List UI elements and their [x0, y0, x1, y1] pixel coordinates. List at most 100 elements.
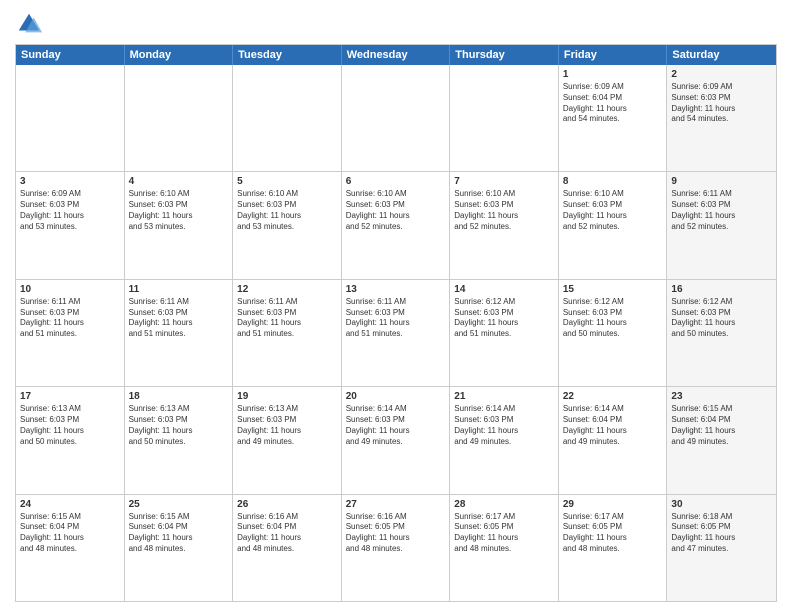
day-number: 13: [346, 283, 446, 296]
day-info: Sunrise: 6:13 AM Sunset: 6:03 PM Dayligh…: [20, 404, 120, 447]
calendar-cell: 15Sunrise: 6:12 AM Sunset: 6:03 PM Dayli…: [559, 280, 668, 386]
day-number: 25: [129, 498, 229, 511]
day-info: Sunrise: 6:11 AM Sunset: 6:03 PM Dayligh…: [129, 297, 229, 340]
calendar-cell: 11Sunrise: 6:11 AM Sunset: 6:03 PM Dayli…: [125, 280, 234, 386]
day-info: Sunrise: 6:14 AM Sunset: 6:04 PM Dayligh…: [563, 404, 663, 447]
day-number: 20: [346, 390, 446, 403]
calendar-cell: [342, 65, 451, 171]
day-number: 10: [20, 283, 120, 296]
day-number: 11: [129, 283, 229, 296]
calendar-cell: 17Sunrise: 6:13 AM Sunset: 6:03 PM Dayli…: [16, 387, 125, 493]
weekday-header: Tuesday: [233, 45, 342, 65]
calendar-cell: 13Sunrise: 6:11 AM Sunset: 6:03 PM Dayli…: [342, 280, 451, 386]
calendar-cell: 22Sunrise: 6:14 AM Sunset: 6:04 PM Dayli…: [559, 387, 668, 493]
day-number: 18: [129, 390, 229, 403]
calendar-header: SundayMondayTuesdayWednesdayThursdayFrid…: [16, 45, 776, 65]
calendar-body: 1Sunrise: 6:09 AM Sunset: 6:04 PM Daylig…: [16, 65, 776, 601]
day-info: Sunrise: 6:11 AM Sunset: 6:03 PM Dayligh…: [346, 297, 446, 340]
calendar-cell: 3Sunrise: 6:09 AM Sunset: 6:03 PM Daylig…: [16, 172, 125, 278]
day-info: Sunrise: 6:18 AM Sunset: 6:05 PM Dayligh…: [671, 512, 772, 555]
calendar-cell: [233, 65, 342, 171]
weekday-header: Monday: [125, 45, 234, 65]
day-number: 5: [237, 175, 337, 188]
calendar-cell: 12Sunrise: 6:11 AM Sunset: 6:03 PM Dayli…: [233, 280, 342, 386]
day-info: Sunrise: 6:15 AM Sunset: 6:04 PM Dayligh…: [671, 404, 772, 447]
day-number: 28: [454, 498, 554, 511]
day-number: 15: [563, 283, 663, 296]
day-info: Sunrise: 6:11 AM Sunset: 6:03 PM Dayligh…: [671, 189, 772, 232]
calendar-cell: 8Sunrise: 6:10 AM Sunset: 6:03 PM Daylig…: [559, 172, 668, 278]
day-number: 2: [671, 68, 772, 81]
day-info: Sunrise: 6:16 AM Sunset: 6:05 PM Dayligh…: [346, 512, 446, 555]
day-number: 19: [237, 390, 337, 403]
logo-icon: [15, 10, 43, 38]
day-info: Sunrise: 6:17 AM Sunset: 6:05 PM Dayligh…: [563, 512, 663, 555]
day-number: 29: [563, 498, 663, 511]
calendar-cell: 19Sunrise: 6:13 AM Sunset: 6:03 PM Dayli…: [233, 387, 342, 493]
calendar-cell: 5Sunrise: 6:10 AM Sunset: 6:03 PM Daylig…: [233, 172, 342, 278]
day-number: 8: [563, 175, 663, 188]
calendar-cell: [16, 65, 125, 171]
day-number: 9: [671, 175, 772, 188]
calendar-cell: 9Sunrise: 6:11 AM Sunset: 6:03 PM Daylig…: [667, 172, 776, 278]
day-number: 17: [20, 390, 120, 403]
day-info: Sunrise: 6:11 AM Sunset: 6:03 PM Dayligh…: [20, 297, 120, 340]
logo: [15, 10, 47, 38]
calendar-row: 3Sunrise: 6:09 AM Sunset: 6:03 PM Daylig…: [16, 171, 776, 278]
day-info: Sunrise: 6:09 AM Sunset: 6:03 PM Dayligh…: [20, 189, 120, 232]
day-info: Sunrise: 6:09 AM Sunset: 6:04 PM Dayligh…: [563, 82, 663, 125]
calendar-cell: 25Sunrise: 6:15 AM Sunset: 6:04 PM Dayli…: [125, 495, 234, 601]
day-number: 22: [563, 390, 663, 403]
day-info: Sunrise: 6:12 AM Sunset: 6:03 PM Dayligh…: [563, 297, 663, 340]
day-number: 26: [237, 498, 337, 511]
day-number: 12: [237, 283, 337, 296]
calendar-cell: 20Sunrise: 6:14 AM Sunset: 6:03 PM Dayli…: [342, 387, 451, 493]
day-number: 3: [20, 175, 120, 188]
calendar-row: 10Sunrise: 6:11 AM Sunset: 6:03 PM Dayli…: [16, 279, 776, 386]
day-number: 6: [346, 175, 446, 188]
day-number: 24: [20, 498, 120, 511]
calendar-cell: 21Sunrise: 6:14 AM Sunset: 6:03 PM Dayli…: [450, 387, 559, 493]
calendar-cell: 1Sunrise: 6:09 AM Sunset: 6:04 PM Daylig…: [559, 65, 668, 171]
day-info: Sunrise: 6:12 AM Sunset: 6:03 PM Dayligh…: [671, 297, 772, 340]
day-number: 27: [346, 498, 446, 511]
day-info: Sunrise: 6:13 AM Sunset: 6:03 PM Dayligh…: [237, 404, 337, 447]
header: [15, 10, 777, 38]
day-info: Sunrise: 6:12 AM Sunset: 6:03 PM Dayligh…: [454, 297, 554, 340]
day-info: Sunrise: 6:14 AM Sunset: 6:03 PM Dayligh…: [454, 404, 554, 447]
day-info: Sunrise: 6:10 AM Sunset: 6:03 PM Dayligh…: [129, 189, 229, 232]
day-number: 16: [671, 283, 772, 296]
calendar-cell: 14Sunrise: 6:12 AM Sunset: 6:03 PM Dayli…: [450, 280, 559, 386]
calendar-row: 24Sunrise: 6:15 AM Sunset: 6:04 PM Dayli…: [16, 494, 776, 601]
calendar-row: 1Sunrise: 6:09 AM Sunset: 6:04 PM Daylig…: [16, 65, 776, 171]
calendar-cell: 26Sunrise: 6:16 AM Sunset: 6:04 PM Dayli…: [233, 495, 342, 601]
calendar-cell: 18Sunrise: 6:13 AM Sunset: 6:03 PM Dayli…: [125, 387, 234, 493]
day-info: Sunrise: 6:11 AM Sunset: 6:03 PM Dayligh…: [237, 297, 337, 340]
day-info: Sunrise: 6:09 AM Sunset: 6:03 PM Dayligh…: [671, 82, 772, 125]
day-info: Sunrise: 6:14 AM Sunset: 6:03 PM Dayligh…: [346, 404, 446, 447]
weekday-header: Friday: [559, 45, 668, 65]
calendar-cell: 27Sunrise: 6:16 AM Sunset: 6:05 PM Dayli…: [342, 495, 451, 601]
day-info: Sunrise: 6:10 AM Sunset: 6:03 PM Dayligh…: [454, 189, 554, 232]
day-info: Sunrise: 6:16 AM Sunset: 6:04 PM Dayligh…: [237, 512, 337, 555]
calendar-cell: 24Sunrise: 6:15 AM Sunset: 6:04 PM Dayli…: [16, 495, 125, 601]
day-number: 7: [454, 175, 554, 188]
page: SundayMondayTuesdayWednesdayThursdayFrid…: [0, 0, 792, 612]
day-info: Sunrise: 6:15 AM Sunset: 6:04 PM Dayligh…: [20, 512, 120, 555]
day-info: Sunrise: 6:10 AM Sunset: 6:03 PM Dayligh…: [563, 189, 663, 232]
calendar: SundayMondayTuesdayWednesdayThursdayFrid…: [15, 44, 777, 602]
day-info: Sunrise: 6:15 AM Sunset: 6:04 PM Dayligh…: [129, 512, 229, 555]
weekday-header: Wednesday: [342, 45, 451, 65]
day-number: 14: [454, 283, 554, 296]
calendar-cell: 7Sunrise: 6:10 AM Sunset: 6:03 PM Daylig…: [450, 172, 559, 278]
calendar-cell: 28Sunrise: 6:17 AM Sunset: 6:05 PM Dayli…: [450, 495, 559, 601]
weekday-header: Saturday: [667, 45, 776, 65]
weekday-header: Sunday: [16, 45, 125, 65]
calendar-cell: 4Sunrise: 6:10 AM Sunset: 6:03 PM Daylig…: [125, 172, 234, 278]
day-number: 4: [129, 175, 229, 188]
day-number: 30: [671, 498, 772, 511]
weekday-header: Thursday: [450, 45, 559, 65]
calendar-row: 17Sunrise: 6:13 AM Sunset: 6:03 PM Dayli…: [16, 386, 776, 493]
calendar-cell: [450, 65, 559, 171]
day-number: 23: [671, 390, 772, 403]
